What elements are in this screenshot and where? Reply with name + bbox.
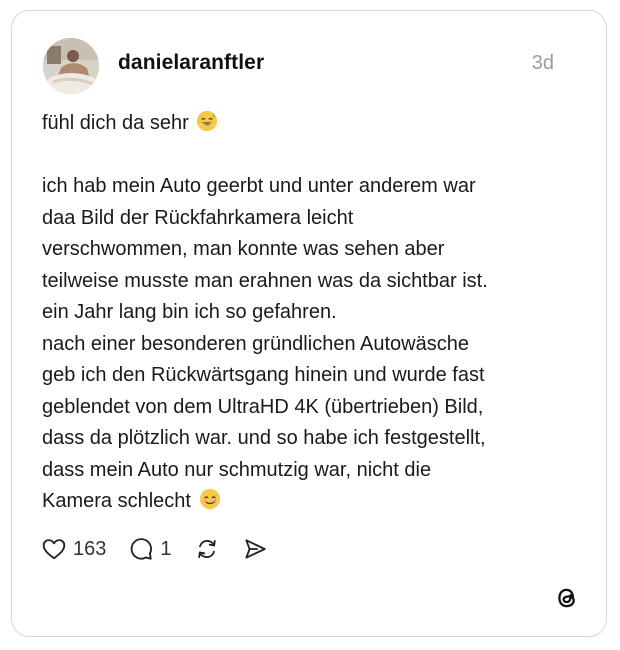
heart-icon bbox=[42, 539, 66, 560]
avatar-image bbox=[43, 38, 99, 94]
post-body-text: ich hab mein Auto geerbt und unter ander… bbox=[42, 175, 488, 512]
repost-button[interactable] bbox=[194, 536, 220, 562]
reply-button[interactable]: 1 bbox=[128, 536, 172, 562]
post-actions: 163 1 bbox=[41, 534, 290, 564]
like-count: 163 bbox=[73, 537, 107, 560]
post-text: fühl dich da sehr ich hab mein Auto geer… bbox=[42, 108, 582, 518]
sweat-smile-emoji-icon bbox=[197, 110, 218, 132]
smiling-with-tear-emoji-icon bbox=[199, 488, 220, 510]
post-body: ich hab mein Auto geerbt und unter ander… bbox=[42, 171, 582, 518]
repost-icon bbox=[197, 539, 216, 559]
post-timestamp: 3d bbox=[531, 52, 554, 74]
share-button[interactable] bbox=[242, 536, 268, 562]
post-intro: fühl dich da sehr bbox=[42, 108, 582, 140]
send-icon bbox=[244, 539, 266, 559]
threads-logo-icon bbox=[558, 588, 575, 608]
post-card: danielaranftler 3d fühl dich da sehr ich… bbox=[11, 10, 607, 637]
username[interactable]: danielaranftler bbox=[118, 51, 264, 75]
comment-icon bbox=[131, 538, 153, 560]
avatar[interactable] bbox=[43, 38, 99, 94]
post-intro-text: fühl dich da sehr bbox=[42, 112, 189, 134]
like-button[interactable]: 163 bbox=[41, 536, 106, 562]
reply-count: 1 bbox=[160, 537, 172, 560]
